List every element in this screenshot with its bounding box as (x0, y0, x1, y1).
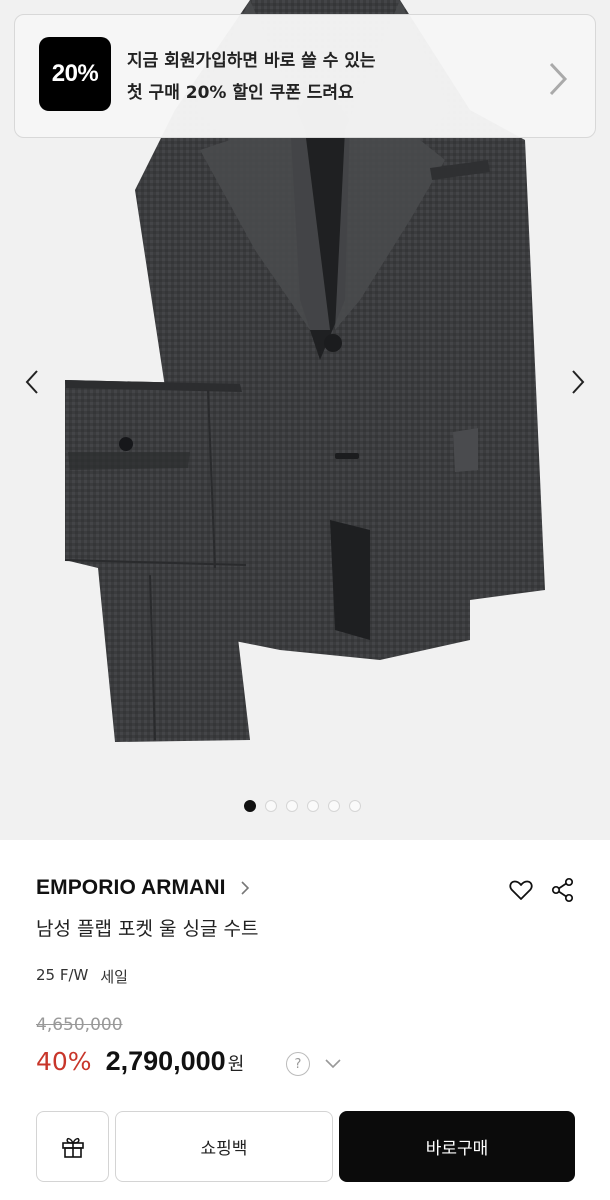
gift-icon (61, 1137, 84, 1158)
chevron-right-icon[interactable] (547, 61, 569, 97)
coupon-line-2: 첫 구매 20% 할인 쿠폰 드려요 (127, 83, 354, 103)
buy-now-button[interactable]: 바로구매 (339, 1111, 575, 1182)
coupon-message: 지금 회원가입하면 바로 쓸 수 있는 첫 구매 20% 할인 쿠폰 드려요 (127, 45, 376, 109)
sale-tag: 세일 (100, 968, 128, 986)
chevron-right-icon (241, 881, 249, 895)
carousel-dot[interactable] (243, 800, 256, 812)
carousel-dot[interactable] (348, 800, 361, 812)
brand-name: EMPORIO ARMANI (36, 876, 226, 899)
heart-icon[interactable] (508, 877, 534, 903)
add-to-bag-button[interactable]: 쇼핑백 (115, 1111, 333, 1182)
carousel-dot[interactable] (327, 800, 340, 812)
coupon-line-1: 지금 회원가입하면 바로 쓸 수 있는 (127, 51, 376, 71)
signup-coupon-banner[interactable]: 20% 지금 회원가입하면 바로 쓸 수 있는 첫 구매 20% 할인 쿠폰 드… (14, 14, 596, 138)
chevron-down-icon[interactable] (324, 1058, 342, 1070)
coupon-badge: 20% (39, 37, 111, 111)
carousel-prev-icon[interactable] (22, 368, 42, 396)
discount-rate: 40% (36, 1047, 92, 1076)
product-tags: 25 F/W 세일 (36, 966, 128, 987)
price-row: 40% 2,790,000 원 (36, 1046, 244, 1077)
season-tag: 25 F/W (36, 966, 89, 984)
gift-button[interactable] (36, 1111, 109, 1182)
currency-unit: 원 (227, 1054, 245, 1075)
product-title: 남성 플랩 포켓 울 싱글 수트 (36, 918, 259, 940)
brand-link[interactable]: EMPORIO ARMANI (36, 876, 250, 900)
carousel-next-icon[interactable] (568, 368, 588, 396)
carousel-dots (0, 800, 607, 812)
share-icon[interactable] (550, 877, 576, 903)
carousel-dot[interactable] (264, 800, 277, 812)
carousel-dot[interactable] (306, 800, 319, 812)
carousel-dot[interactable] (285, 800, 298, 812)
original-price: 4,650,000 (36, 1015, 123, 1035)
sale-price: 2,790,000 (105, 1046, 226, 1076)
price-help-icon[interactable]: ? (286, 1052, 310, 1076)
